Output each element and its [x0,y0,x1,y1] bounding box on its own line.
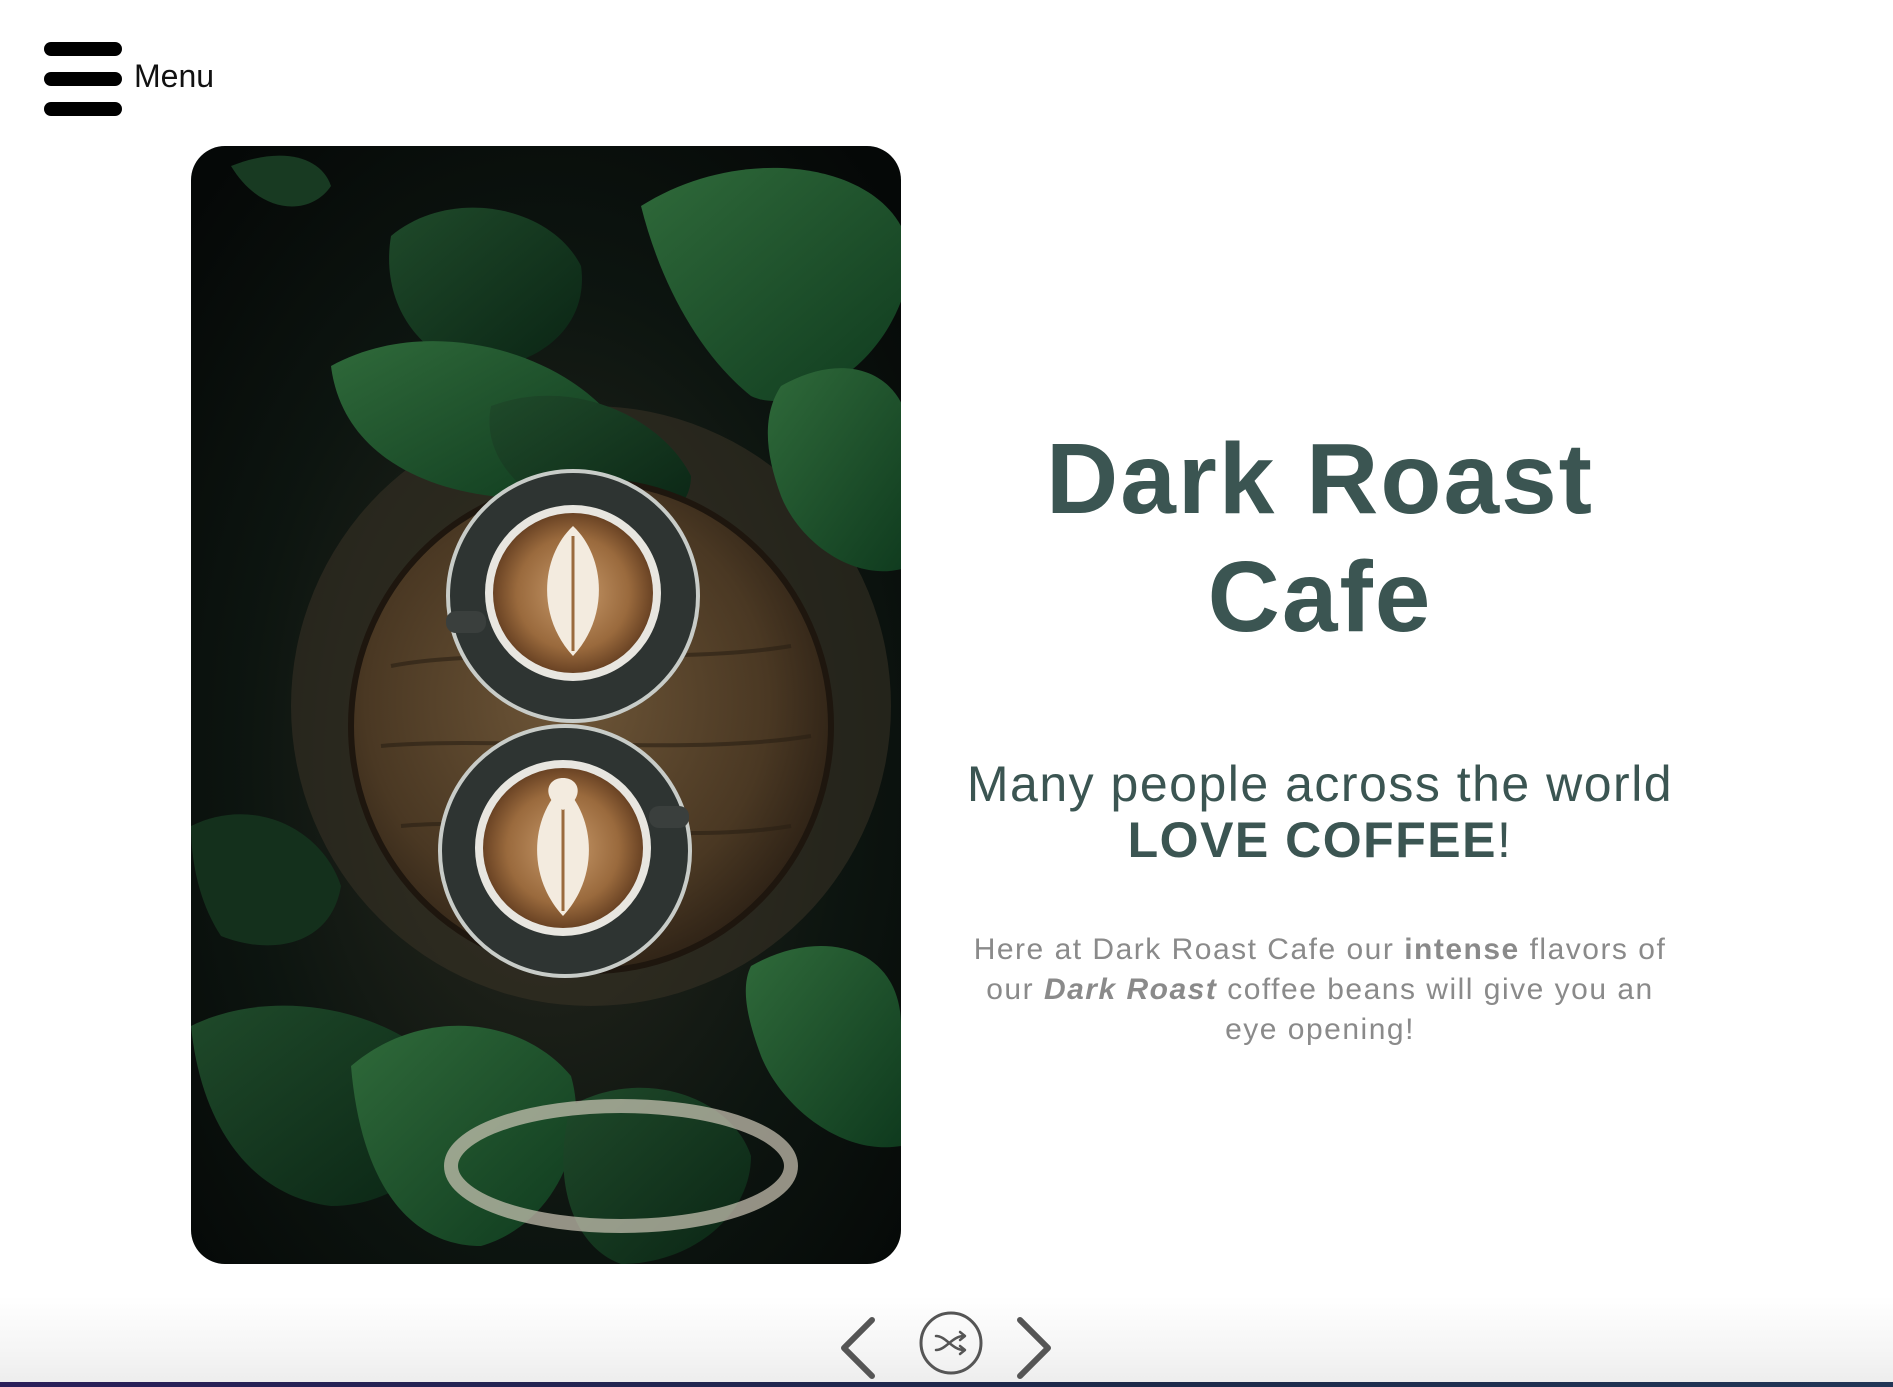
title-line-2: Cafe [1207,541,1433,653]
shuffle-button[interactable] [918,1310,984,1376]
next-button[interactable] [1012,1314,1058,1382]
tagline: Many people across the world LOVE COFFEE… [960,756,1680,868]
hamburger-icon [44,42,122,116]
previous-button[interactable] [834,1314,880,1382]
description-part-1: Here at Dark Roast Cafe our [973,933,1405,966]
hero-text: Dark Roast Cafe Many people across the w… [960,420,1680,1050]
bottom-bar [0,1382,1893,1387]
menu-label: Menu [134,57,215,94]
tagline-emphasis: LOVE COFFEE [1127,812,1497,868]
tagline-suffix: ! [1496,812,1513,868]
chevron-right-icon [1017,1317,1051,1379]
page: Menu Dark Roast Cafe Many people across … [0,0,1893,1387]
tagline-prefix: Many people across the world [966,756,1674,812]
description-part-3: coffee beans will give you an eye openin… [1217,973,1654,1046]
shuffle-icon [919,1311,983,1375]
title-line-1: Dark Roast [1046,423,1594,535]
hero-photo [191,146,901,1264]
slideshow-controls [0,1296,1893,1387]
description-bold: intense [1404,933,1520,966]
description-italic: Dark Roast [1043,973,1218,1006]
page-title: Dark Roast Cafe [960,420,1680,656]
description: Here at Dark Roast Cafe our intense flav… [970,930,1670,1050]
chevron-left-icon [841,1317,875,1379]
menu-button[interactable]: Menu [44,42,214,116]
